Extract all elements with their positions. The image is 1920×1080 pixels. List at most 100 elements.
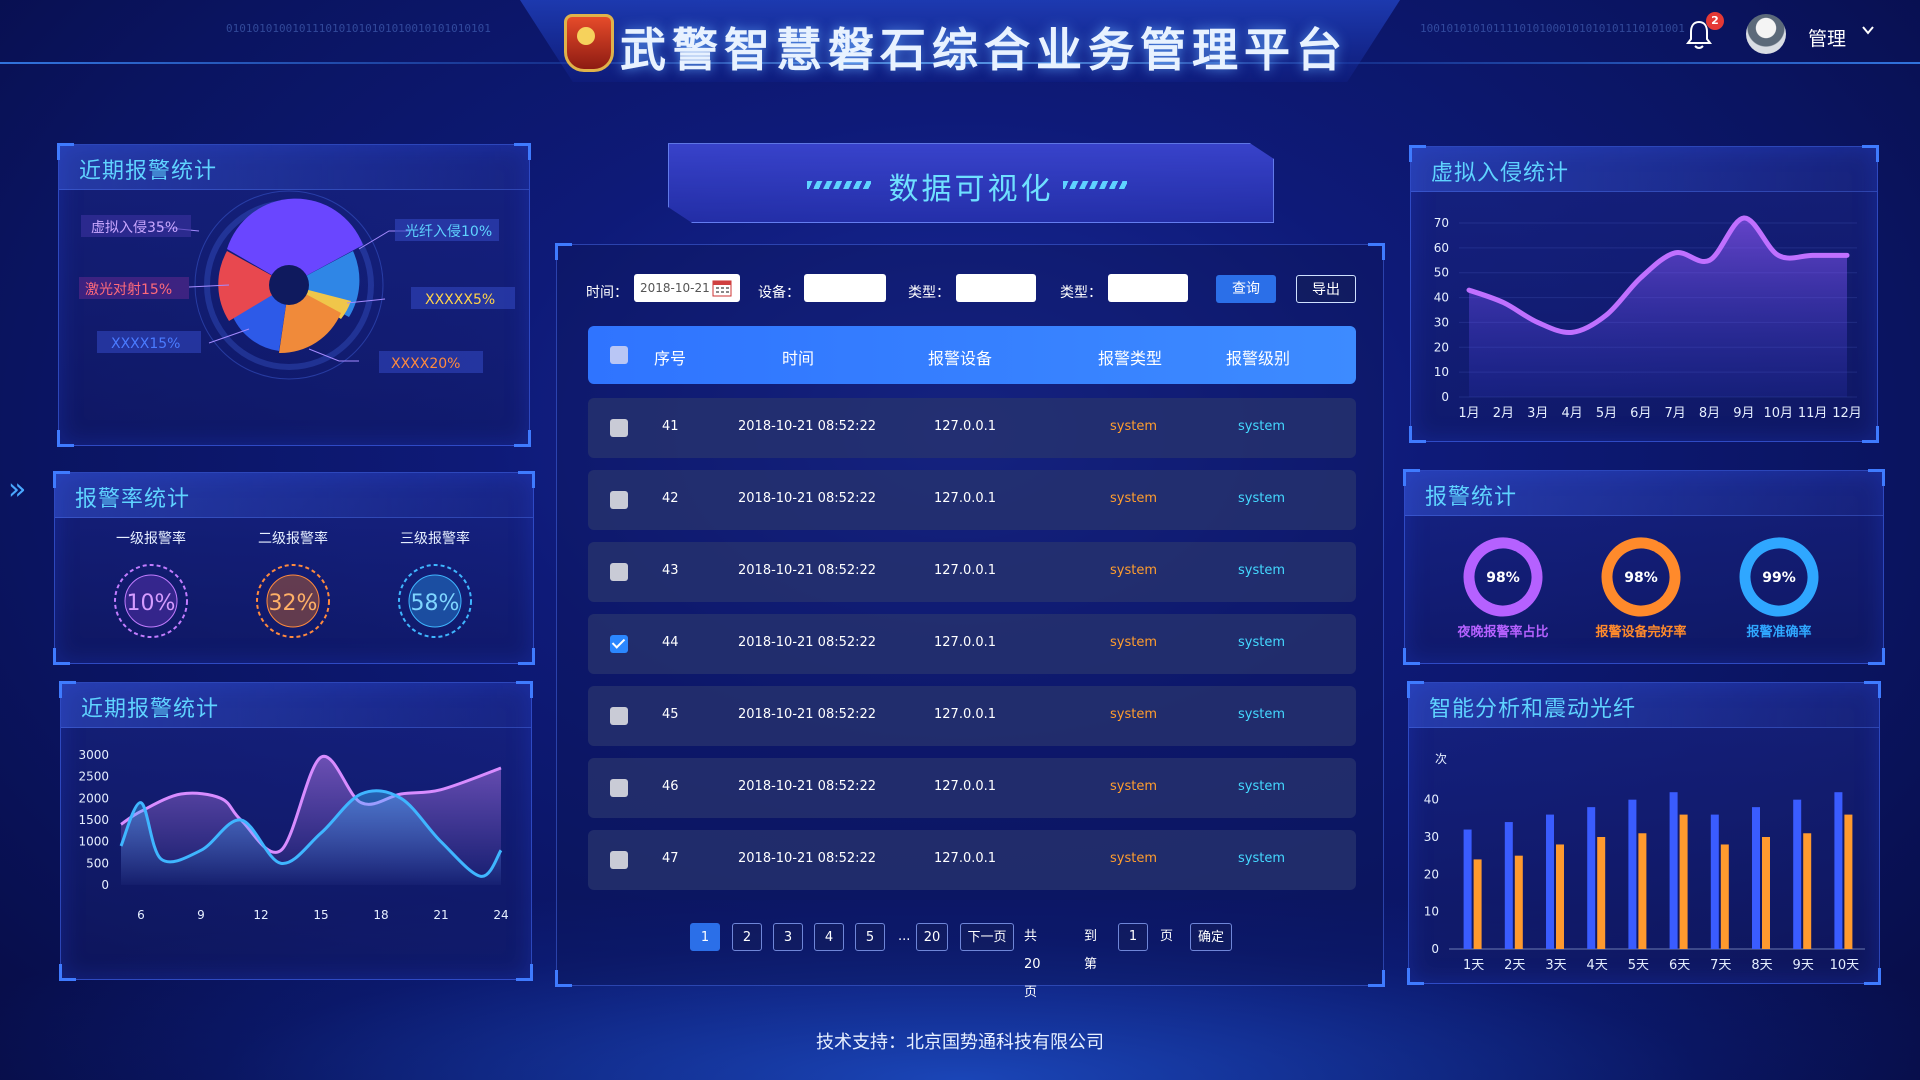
select-all-checkbox[interactable]: [610, 346, 628, 364]
x-tick-label: 7月: [1665, 406, 1686, 421]
x-tick-label: 2天: [1504, 958, 1525, 973]
y-tick-label: 500: [86, 856, 109, 870]
panel-title: 报警统计: [1425, 485, 1518, 510]
alarm-stat-donuts: 98% 夜晚报警率占比 98% 报警设备完好率 99% 报警准确率: [1456, 537, 1819, 640]
table-row[interactable]: 41 2018-10-21 08:52:22 127.0.0.1 system …: [588, 398, 1356, 458]
x-tick-label: 2月: [1493, 406, 1514, 421]
export-button[interactable]: 导出: [1296, 275, 1356, 303]
bar-series-1: [1710, 814, 1719, 949]
row-checkbox[interactable]: [610, 491, 628, 509]
table-row[interactable]: 47 2018-10-21 08:52:22 127.0.0.1 system …: [588, 830, 1356, 890]
panel-title: 智能分析和震动光纤: [1429, 697, 1637, 722]
bar-series-2: [1844, 814, 1853, 949]
confirm-page-button[interactable]: 确定: [1190, 923, 1232, 951]
y-tick-label: 10: [1424, 905, 1439, 919]
svg-text:58%: 58%: [411, 591, 460, 616]
row-type: system: [1110, 707, 1157, 722]
page-title: 武警智慧磐石综合业务管理平台: [620, 23, 1348, 77]
bar-series-2: [1473, 859, 1482, 949]
expand-sidebar-icon[interactable]: »: [8, 472, 26, 507]
col-level: 报警级别: [1226, 349, 1291, 368]
next-page-button[interactable]: 下一页: [960, 923, 1014, 951]
calendar-icon[interactable]: [712, 279, 732, 297]
pie-label-fiber: 光纤入侵10%: [405, 223, 492, 240]
row-checkbox[interactable]: [610, 779, 628, 797]
page-button-5[interactable]: 5: [855, 923, 885, 951]
row-checkbox[interactable]: [610, 851, 628, 869]
table-row[interactable]: 45 2018-10-21 08:52:22 127.0.0.1 system …: [588, 686, 1356, 746]
avatar[interactable]: [1746, 14, 1786, 54]
alarm-stat-panel: 报警统计 98% 夜晚报警率占比 98% 报警设备完好率 99% 报警准确率: [1403, 469, 1885, 665]
donut-label: 夜晚报警率占比: [1456, 624, 1548, 640]
row-device: 127.0.0.1: [934, 491, 997, 506]
bar-series-2: [1597, 837, 1606, 949]
row-checkbox[interactable]: [610, 563, 628, 581]
donut-label: 报警设备完好率: [1595, 624, 1686, 640]
row-type: system: [1110, 635, 1157, 650]
table-row[interactable]: 44 2018-10-21 08:52:22 127.0.0.1 system …: [588, 614, 1356, 674]
row-device: 127.0.0.1: [934, 779, 997, 794]
device-input[interactable]: [804, 274, 886, 302]
user-name[interactable]: 管理: [1808, 24, 1846, 51]
bar-series-2: [1679, 814, 1688, 949]
device-label: 设备：: [758, 285, 800, 301]
row-id: 45: [662, 707, 679, 722]
goto-label: 到第: [1084, 929, 1098, 972]
recent-alarm-area-chart: 3000 2500 2000 1500 1000 500 0 6 9 12 15 18 21 24: [78, 748, 508, 922]
row-level: system: [1238, 635, 1285, 650]
pie-label-laser: 激光对射15%: [85, 281, 172, 298]
table-row[interactable]: 43 2018-10-21 08:52:22 127.0.0.1 system …: [588, 542, 1356, 602]
svg-text:二级报警率: 二级报警率: [258, 530, 328, 547]
donut-value: 98%: [1624, 570, 1658, 586]
page-button-last[interactable]: 20: [916, 923, 948, 951]
page-button-2[interactable]: 2: [732, 923, 762, 951]
x-tick-label: 6月: [1630, 406, 1651, 421]
x-tick-label: 1天: [1463, 958, 1484, 973]
row-id: 47: [662, 851, 679, 866]
panel-title: 近期报警统计: [79, 159, 218, 184]
goto-page-input[interactable]: [1118, 923, 1148, 951]
panel-title: 报警率统计: [75, 487, 191, 512]
bar-series-1: [1546, 814, 1554, 949]
svg-text:三级报警率: 三级报警率: [400, 530, 470, 547]
row-checkbox[interactable]: [610, 707, 628, 725]
x-tick-label: 9天: [1793, 958, 1814, 973]
row-id: 41: [662, 419, 679, 434]
alarm-rate-gauges: 一级报警率 10% 二级报警率 32% 三级报警率 58%: [114, 530, 472, 638]
row-type: system: [1110, 491, 1157, 506]
row-checkbox[interactable]: [610, 419, 628, 437]
type-input-1[interactable]: [956, 274, 1036, 302]
row-checkbox-checked[interactable]: [610, 635, 628, 653]
row-device: 127.0.0.1: [934, 419, 997, 434]
x-tick-label: 7天: [1710, 958, 1731, 973]
chevron-down-icon[interactable]: [1862, 24, 1874, 36]
row-level: system: [1238, 779, 1285, 794]
viz-banner: 数据可视化: [668, 143, 1274, 223]
table-row[interactable]: 42 2018-10-21 08:52:22 127.0.0.1 system …: [588, 470, 1356, 530]
y-tick-label: 1000: [78, 835, 109, 849]
page-button-3[interactable]: 3: [773, 923, 803, 951]
x-tick-label: 1月: [1458, 406, 1479, 421]
page-button-4[interactable]: 4: [814, 923, 844, 951]
query-button[interactable]: 查询: [1216, 275, 1276, 303]
binary-decoration-left: 0101010100101110101010101010010101010101: [226, 22, 491, 35]
row-level: system: [1238, 491, 1285, 506]
bar-series-2: [1556, 844, 1564, 949]
table-row[interactable]: 46 2018-10-21 08:52:22 127.0.0.1 system …: [588, 758, 1356, 818]
page-unit-label: 页: [1160, 929, 1174, 944]
virtual-intrusion-panel: 虚拟入侵统计 70 60 50 40 30 20 10 0 1月 2月 3月 4月 5月 6月 7月 8月 9月…: [1409, 145, 1879, 443]
x-tick-label: 5天: [1628, 958, 1649, 973]
type-input-2[interactable]: [1108, 274, 1188, 302]
row-id: 42: [662, 491, 679, 506]
row-time: 2018-10-21 08:52:22: [738, 563, 877, 578]
row-time: 2018-10-21 08:52:22: [738, 635, 877, 650]
type-label-1: 类型：: [908, 285, 950, 301]
police-emblem-icon: [564, 14, 614, 72]
donut-label: 报警准确率: [1746, 624, 1811, 640]
row-type: system: [1110, 563, 1157, 578]
y-tick-label: 10: [1434, 365, 1449, 379]
row-time: 2018-10-21 08:52:22: [738, 851, 877, 866]
page-button-1[interactable]: 1: [690, 923, 720, 951]
panel-title: 虚拟入侵统计: [1431, 161, 1570, 186]
bar-series-1: [1587, 807, 1596, 949]
